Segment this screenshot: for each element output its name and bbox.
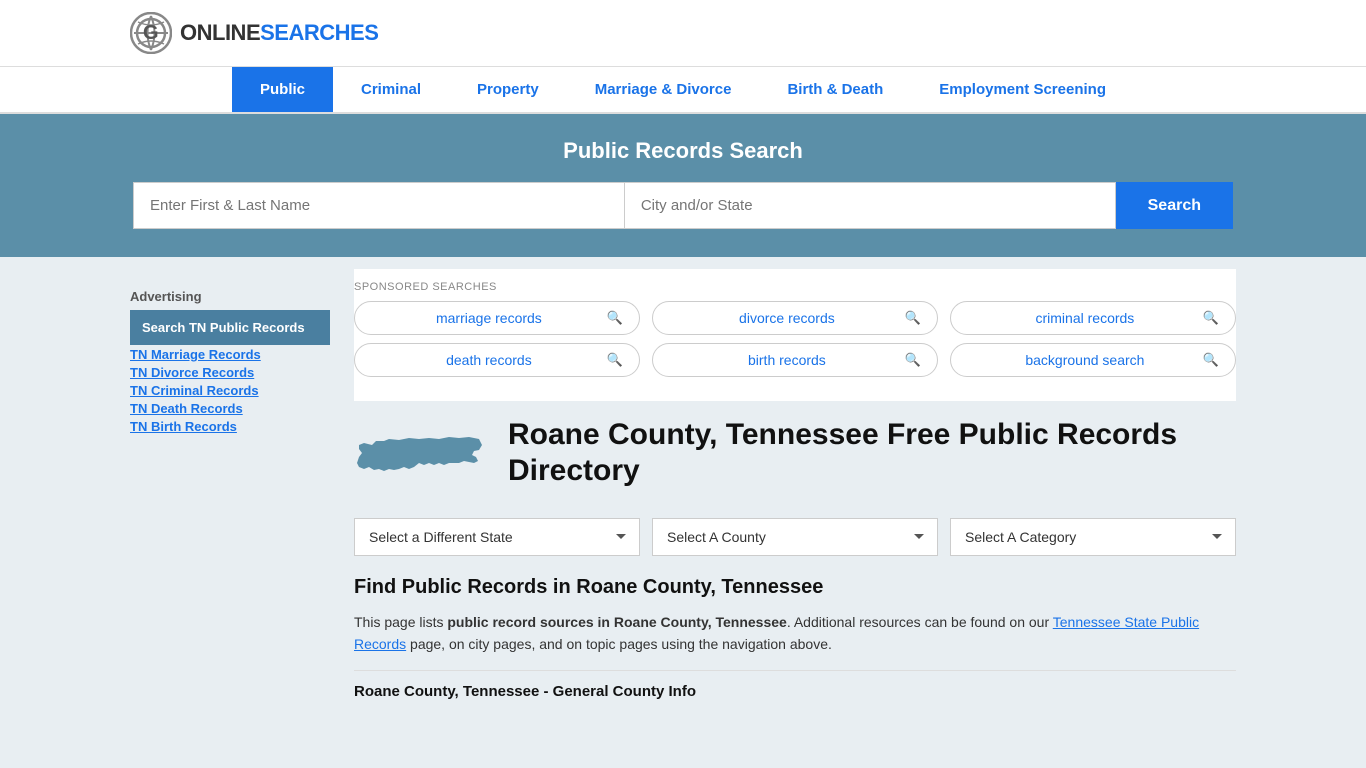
search-icon-6: 🔍 bbox=[1203, 352, 1219, 368]
find-section-paragraph: This page lists public record sources in… bbox=[354, 611, 1236, 656]
pill-background-search[interactable]: background search 🔍 bbox=[950, 343, 1236, 377]
pill-death-records[interactable]: death records 🔍 bbox=[354, 343, 640, 377]
paragraph-part1: This page lists bbox=[354, 614, 447, 630]
county-header: Roane County, Tennessee Free Public Reco… bbox=[354, 417, 1236, 498]
state-dropdown[interactable]: Select a Different State bbox=[354, 518, 640, 556]
find-section: Find Public Records in Roane County, Ten… bbox=[354, 576, 1236, 704]
logo-online: ONLINE bbox=[180, 20, 260, 45]
sidebar: Advertising Search TN Public Records TN … bbox=[130, 257, 330, 716]
logo-searches: SEARCHES bbox=[260, 20, 378, 45]
sidebar-advertising-label: Advertising bbox=[130, 289, 330, 304]
sidebar-link-divorce[interactable]: TN Divorce Records bbox=[130, 365, 330, 380]
county-section: Roane County, Tennessee Free Public Reco… bbox=[354, 401, 1236, 704]
sidebar-link-criminal[interactable]: TN Criminal Records bbox=[130, 383, 330, 398]
search-icon-3: 🔍 bbox=[1203, 310, 1219, 326]
dropdowns-row: Select a Different State Select A County… bbox=[354, 518, 1236, 556]
logo-area[interactable]: G ONLINESEARCHES bbox=[130, 12, 378, 54]
nav-item-public[interactable]: Public bbox=[232, 67, 333, 112]
search-icon-2: 🔍 bbox=[905, 310, 921, 326]
logo-text: ONLINESEARCHES bbox=[180, 20, 378, 46]
paragraph-part3: page, on city pages, and on topic pages … bbox=[406, 636, 832, 652]
pill-divorce-text: divorce records bbox=[669, 310, 905, 326]
paragraph-part2: . Additional resources can be found on o… bbox=[787, 614, 1053, 630]
main-nav: Public Criminal Property Marriage & Divo… bbox=[0, 67, 1366, 114]
find-section-heading: Find Public Records in Roane County, Ten… bbox=[354, 576, 1236, 599]
county-dropdown[interactable]: Select A County bbox=[652, 518, 938, 556]
nav-item-marriage-divorce[interactable]: Marriage & Divorce bbox=[567, 67, 760, 112]
name-input[interactable] bbox=[133, 182, 624, 229]
pill-marriage-records[interactable]: marriage records 🔍 bbox=[354, 301, 640, 335]
sidebar-link-death[interactable]: TN Death Records bbox=[130, 401, 330, 416]
search-icon-4: 🔍 bbox=[607, 352, 623, 368]
content-area: SPONSORED SEARCHES marriage records 🔍 di… bbox=[354, 257, 1236, 716]
sidebar-ad-block[interactable]: Search TN Public Records bbox=[130, 310, 330, 345]
pill-background-text: background search bbox=[967, 352, 1203, 368]
tennessee-map-svg bbox=[354, 425, 484, 495]
search-icon-5: 🔍 bbox=[905, 352, 921, 368]
search-form: Search bbox=[133, 182, 1233, 229]
search-banner: Public Records Search Search bbox=[0, 114, 1366, 257]
pill-birth-records[interactable]: birth records 🔍 bbox=[652, 343, 938, 377]
nav-item-property[interactable]: Property bbox=[449, 67, 567, 112]
category-dropdown[interactable]: Select A Category bbox=[950, 518, 1236, 556]
general-info-title: Roane County, Tennessee - General County… bbox=[354, 670, 1236, 704]
header: G ONLINESEARCHES bbox=[0, 0, 1366, 67]
pill-criminal-text: criminal records bbox=[967, 310, 1203, 326]
search-icon-1: 🔍 bbox=[607, 310, 623, 326]
pills-row-2: death records 🔍 birth records 🔍 backgrou… bbox=[354, 343, 1236, 377]
pill-death-text: death records bbox=[371, 352, 607, 368]
logo-icon: G bbox=[130, 12, 172, 54]
pills-row-1: marriage records 🔍 divorce records 🔍 cri… bbox=[354, 301, 1236, 335]
nav-item-employment[interactable]: Employment Screening bbox=[911, 67, 1134, 112]
search-banner-title: Public Records Search bbox=[130, 138, 1236, 164]
main-layout: Advertising Search TN Public Records TN … bbox=[0, 257, 1366, 716]
nav-item-birth-death[interactable]: Birth & Death bbox=[759, 67, 911, 112]
pill-marriage-text: marriage records bbox=[371, 310, 607, 326]
state-map bbox=[354, 425, 484, 498]
pill-divorce-records[interactable]: divorce records 🔍 bbox=[652, 301, 938, 335]
sidebar-link-birth[interactable]: TN Birth Records bbox=[130, 419, 330, 434]
paragraph-bold: public record sources in Roane County, T… bbox=[447, 614, 786, 630]
sponsored-label: SPONSORED SEARCHES bbox=[354, 281, 1236, 293]
nav-item-criminal[interactable]: Criminal bbox=[333, 67, 449, 112]
svg-text:G: G bbox=[143, 22, 159, 44]
pill-criminal-records[interactable]: criminal records 🔍 bbox=[950, 301, 1236, 335]
sponsored-searches: SPONSORED SEARCHES marriage records 🔍 di… bbox=[354, 269, 1236, 401]
location-input[interactable] bbox=[624, 182, 1116, 229]
county-title: Roane County, Tennessee Free Public Reco… bbox=[508, 417, 1236, 489]
pill-birth-text: birth records bbox=[669, 352, 905, 368]
search-button[interactable]: Search bbox=[1116, 182, 1233, 229]
sidebar-link-marriage[interactable]: TN Marriage Records bbox=[130, 347, 330, 362]
